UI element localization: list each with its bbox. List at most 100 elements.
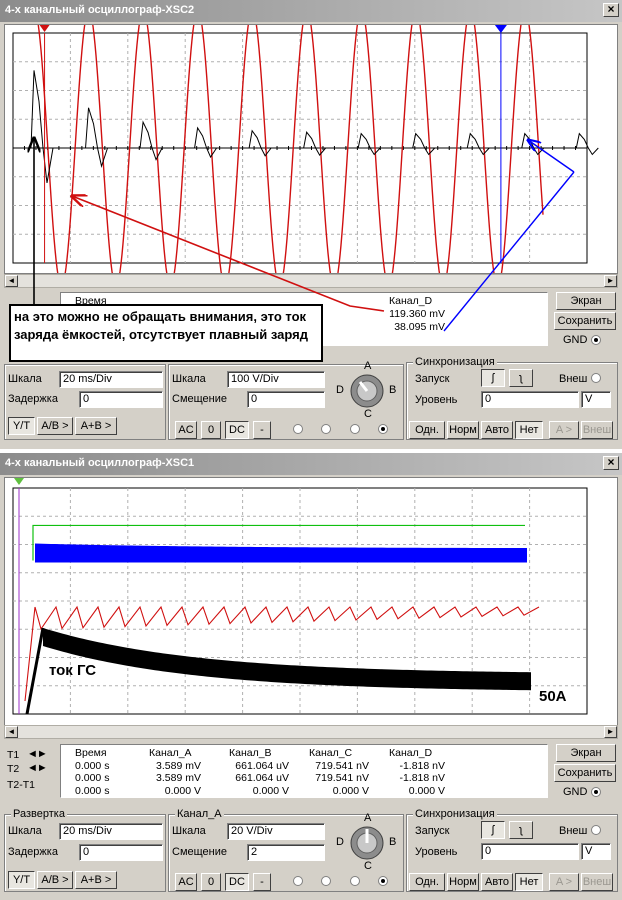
window-title: 4-х канальный осциллограф-XSC1 (5, 457, 195, 469)
gnd-label: GND (563, 334, 601, 346)
delay-field[interactable]: 0 (79, 844, 163, 861)
scope-plot: ток ГС 50A (12, 478, 588, 715)
channel-scale-field[interactable]: 100 V/Div (227, 371, 325, 388)
knob-label-d: D (336, 836, 344, 848)
scroll-left-icon[interactable]: ◄ (5, 275, 18, 287)
r3-ch-a: 0.000 V (164, 785, 201, 797)
t1-arrows-icon[interactable]: ◄► (27, 748, 55, 762)
close-button[interactable]: × (603, 456, 619, 470)
channel-scale-label: Шкала (172, 373, 206, 385)
horizontal-scrollbar[interactable]: ◄ ► (4, 274, 618, 288)
series-sine (37, 25, 544, 273)
radio-a[interactable] (293, 876, 303, 887)
screen-button[interactable]: Экран (556, 292, 616, 310)
level-field[interactable]: 0 (481, 843, 579, 860)
close-button[interactable]: × (603, 3, 619, 17)
falling-edge-icon[interactable]: ʅ (509, 369, 533, 387)
r2-time: 0.000 s (75, 772, 110, 784)
ab-mode-button[interactable]: A/B > (37, 417, 73, 435)
channel-radio-row (293, 423, 389, 435)
sync-group: Синхронизация Запуск ʃ ʅ Внеш Уровень 0 … (406, 356, 618, 440)
none-mode-button[interactable]: Нет (515, 421, 543, 439)
scroll-right-icon[interactable]: ► (604, 275, 617, 287)
channel-scale-field[interactable]: 20 V/Div (227, 823, 325, 840)
scroll-left-icon[interactable]: ◄ (5, 726, 18, 738)
ab-mode-button[interactable]: A/B > (37, 871, 73, 889)
ext-radio[interactable] (591, 373, 601, 383)
window-title: 4-х канальный осциллограф-XSC2 (5, 4, 195, 16)
offset-label: Смещение (172, 393, 228, 405)
dc-coupling-button[interactable]: DC (225, 421, 249, 439)
radio-c[interactable] (349, 876, 360, 887)
none-mode-button[interactable]: Нет (515, 873, 543, 891)
series-blue-band (35, 543, 527, 563)
r2-ch-c: 719.541 nV (315, 772, 369, 784)
dc-coupling-button[interactable]: DC (225, 873, 249, 891)
level-field[interactable]: 0 (481, 391, 579, 408)
falling-edge-icon[interactable]: ʅ (509, 821, 533, 839)
level-unit-field[interactable]: V (581, 843, 611, 860)
minus-coupling-button[interactable]: - (253, 421, 271, 439)
sync-title: Синхронизация (413, 356, 497, 368)
oscilloscope-xsc2-window: 4-х канальный осциллограф-XSC2 × ◄ ► Вре… (0, 0, 622, 449)
screen-button[interactable]: Экран (556, 744, 616, 762)
ext-trigger-button[interactable]: Внеш (581, 873, 613, 891)
radio-b[interactable] (321, 424, 332, 435)
radio-c[interactable] (349, 424, 360, 435)
ac-coupling-button[interactable]: AC (175, 421, 197, 439)
title-bar[interactable]: 4-х канальный осциллограф-XSC1 × (0, 453, 622, 475)
delay-field[interactable]: 0 (79, 391, 163, 408)
horizontal-scrollbar[interactable]: ◄ ► (4, 725, 618, 739)
zero-coupling-button[interactable]: 0 (201, 421, 221, 439)
a-trigger-button[interactable]: A > (549, 873, 579, 891)
level-unit-field[interactable]: V (581, 391, 611, 408)
auto-mode-button[interactable]: Авто (481, 421, 513, 439)
radio-a[interactable] (293, 424, 303, 435)
trigger-label: Запуск (415, 825, 450, 837)
timebase-scale-field[interactable]: 20 ms/Div (59, 823, 163, 840)
aplusb-mode-button[interactable]: A+B > (75, 417, 117, 435)
save-button[interactable]: Сохранить (554, 312, 616, 330)
series-pulse (412, 132, 436, 156)
channel-scale-label: Шкала (172, 825, 206, 837)
channel-selector-knob-icon[interactable] (347, 371, 387, 411)
yt-mode-button[interactable]: Y/T (8, 871, 35, 889)
knob-label-b: B (389, 384, 397, 396)
ac-coupling-button[interactable]: AC (175, 873, 197, 891)
cursor-t2-marker (494, 25, 507, 33)
radio-d[interactable] (378, 876, 389, 887)
auto-mode-button[interactable]: Авто (481, 873, 513, 891)
save-button[interactable]: Сохранить (554, 764, 616, 782)
single-mode-button[interactable]: Одн. (409, 873, 445, 891)
normal-mode-button[interactable]: Норм (447, 873, 479, 891)
minus-coupling-button[interactable]: - (253, 873, 271, 891)
radio-d[interactable] (378, 424, 389, 435)
rising-edge-icon[interactable]: ʃ (481, 369, 505, 387)
channel-group: Шкала 100 V/Div Смещение 0 AC 0 DC - A D… (168, 360, 404, 440)
t1-label: T1 (7, 749, 20, 761)
single-mode-button[interactable]: Одн. (409, 421, 445, 439)
title-bar[interactable]: 4-х канальный осциллограф-XSC2 × (0, 0, 622, 22)
gnd-radio[interactable] (590, 787, 601, 798)
ext-radio[interactable] (591, 825, 601, 835)
a-trigger-button[interactable]: A > (549, 421, 579, 439)
r1-time: 0.000 s (75, 760, 110, 772)
r2-ch-a: 3.589 mV (156, 772, 201, 784)
channel-selector-knob-icon[interactable] (347, 823, 387, 863)
t2-arrows-icon[interactable]: ◄► (27, 762, 55, 776)
level-label: Уровень (415, 394, 458, 406)
timebase-scale-field[interactable]: 20 ms/Div (59, 371, 163, 388)
series-pulse (357, 132, 381, 156)
scroll-right-icon[interactable]: ► (604, 726, 617, 738)
offset-field[interactable]: 0 (247, 391, 325, 408)
annotation-note: на это можно не обращать внимания, это т… (9, 304, 323, 362)
aplusb-mode-button[interactable]: A+B > (75, 871, 117, 889)
zero-coupling-button[interactable]: 0 (201, 873, 221, 891)
radio-b[interactable] (321, 876, 332, 887)
yt-mode-button[interactable]: Y/T (8, 417, 35, 435)
ext-trigger-button[interactable]: Внеш (581, 421, 613, 439)
offset-field[interactable]: 2 (247, 844, 325, 861)
normal-mode-button[interactable]: Норм (447, 421, 479, 439)
rising-edge-icon[interactable]: ʃ (481, 821, 505, 839)
gnd-radio[interactable] (590, 335, 601, 346)
